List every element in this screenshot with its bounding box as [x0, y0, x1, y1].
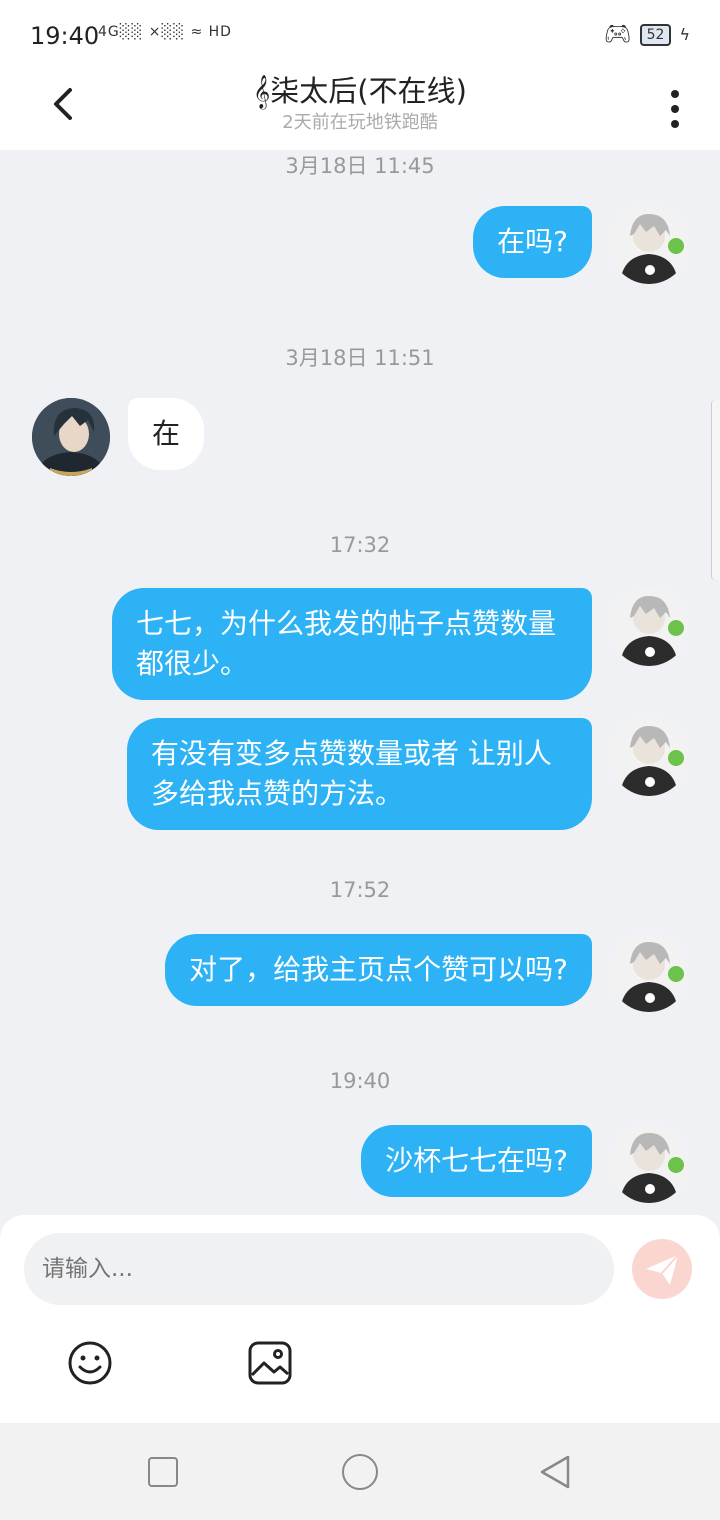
- status-right: 🎮︎ 52 ϟ: [604, 22, 690, 47]
- timestamp: 3月18日 11:45: [285, 154, 435, 178]
- home-button[interactable]: [342, 1454, 378, 1490]
- my-avatar[interactable]: [610, 934, 688, 1012]
- image-icon: [248, 1341, 292, 1385]
- timestamp: 3月18日 11:51: [285, 346, 435, 370]
- message-bubble-outgoing[interactable]: 对了，给我主页点个赞可以吗?: [165, 934, 592, 1006]
- my-avatar[interactable]: [610, 718, 688, 796]
- gamepad-icon: 🎮︎: [603, 22, 632, 47]
- contact-status: 2天前在玩地铁跑酷: [282, 112, 438, 133]
- triangle-back-icon: [540, 1455, 570, 1489]
- message-bubble-incoming[interactable]: 在: [128, 398, 205, 470]
- battery-level: 52: [639, 23, 672, 46]
- status-bar: 19:40 4G░░ ×░░ ≈ HD 🎮︎ 52 ϟ: [0, 0, 720, 70]
- paper-plane-icon: [646, 1254, 679, 1285]
- emoji-button[interactable]: [66, 1339, 114, 1387]
- timestamp: 17:32: [329, 533, 391, 557]
- contact-name: 𝄞柒太后(不在线): [253, 74, 467, 108]
- message-list[interactable]: 3月18日 11:45 在吗? 3月18日 11:51 在 17:32 七七，为…: [0, 150, 720, 1215]
- avatar-image: [610, 588, 688, 666]
- more-options-button[interactable]: [660, 80, 690, 130]
- my-avatar[interactable]: [610, 588, 688, 666]
- send-button[interactable]: [632, 1239, 692, 1299]
- message-bubble-outgoing[interactable]: 有没有变多点赞数量或者 让别人多给我点赞的方法。: [127, 718, 592, 830]
- avatar-image: [610, 1125, 688, 1203]
- recent-apps-button[interactable]: [148, 1457, 178, 1487]
- chat-header: 𝄞柒太后(不在线) 2天前在玩地铁跑酷: [0, 70, 720, 150]
- message-bubble-outgoing[interactable]: 七七，为什么我发的帖子点赞数量都很少。: [112, 588, 592, 700]
- status-time: 19:40: [30, 22, 100, 50]
- system-back-button[interactable]: [538, 1453, 572, 1491]
- avatar-image: [610, 718, 688, 796]
- timestamp: 19:40: [329, 1069, 391, 1093]
- charging-icon: ϟ: [679, 25, 690, 44]
- my-avatar[interactable]: [610, 1125, 688, 1203]
- smiley-icon: [68, 1341, 112, 1385]
- message-bubble-outgoing[interactable]: 在吗?: [473, 206, 592, 278]
- avatar-image: [610, 934, 688, 1012]
- my-avatar[interactable]: [610, 206, 688, 284]
- message-composer: [0, 1215, 720, 1423]
- scrollbar[interactable]: [711, 400, 720, 580]
- message-bubble-outgoing[interactable]: 沙杯七七在吗?: [361, 1125, 592, 1197]
- avatar-image: [610, 206, 688, 284]
- message-input[interactable]: [24, 1233, 614, 1305]
- image-button[interactable]: [246, 1339, 294, 1387]
- timestamp: 17:52: [329, 878, 391, 902]
- system-navigation-bar: [0, 1423, 720, 1520]
- signal-wifi-icons: 4G░░ ×░░ ≈ HD: [98, 24, 232, 40]
- more-vertical-icon: [671, 90, 679, 128]
- contact-avatar[interactable]: [32, 398, 110, 476]
- avatar-image: [32, 398, 110, 476]
